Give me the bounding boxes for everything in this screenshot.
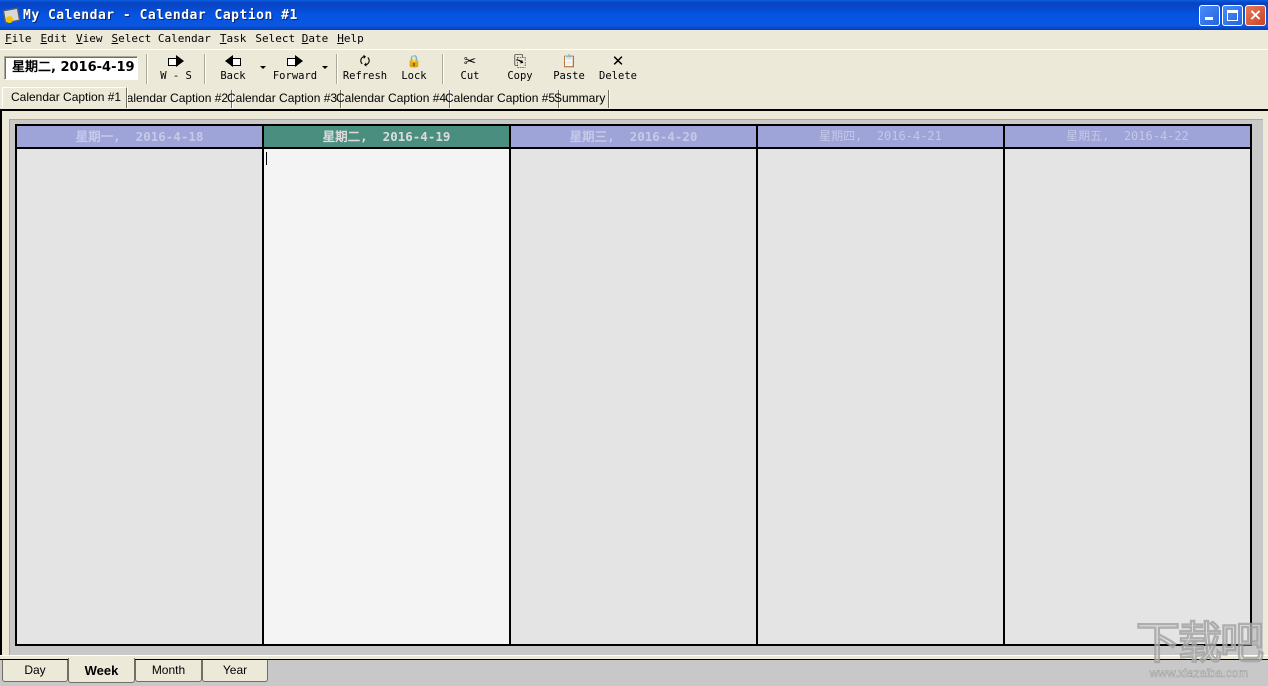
menu-file[interactable]: File — [0, 30, 36, 48]
app-icon[interactable] — [3, 7, 19, 23]
day-column-friday: 星期五, 2016-4-22 — [1005, 126, 1250, 644]
day-header[interactable]: 星期一, 2016-4-18 — [17, 126, 262, 149]
tab-calendar-caption-4[interactable]: Calendar Caption #4 — [333, 90, 451, 108]
minimize-icon — [1205, 17, 1213, 20]
window-controls: × — [1199, 5, 1266, 26]
tab-week-view[interactable]: Week — [68, 658, 135, 683]
paste-button[interactable]: 📋 Paste — [551, 52, 587, 85]
arrow-right-icon — [167, 55, 185, 67]
arrow-left-icon — [224, 55, 242, 67]
day-column-tuesday: 星期二, 2016-4-19 — [264, 126, 511, 644]
delete-button[interactable]: ✕ Delete — [598, 52, 638, 85]
cut-button[interactable]: ✂ Cut — [456, 52, 484, 85]
arrow-right-icon — [286, 55, 304, 67]
menu-help[interactable]: Help — [332, 30, 368, 48]
toolbar-separator — [336, 54, 338, 84]
tab-month-view[interactable]: Month — [135, 660, 202, 682]
refresh-icon: 🗘 — [359, 54, 371, 68]
minimize-button[interactable] — [1199, 5, 1220, 26]
back-button[interactable]: Back — [216, 52, 250, 85]
lock-button[interactable]: 🔒 Lock — [398, 52, 430, 85]
copy-button[interactable]: ⎘ Copy — [503, 52, 537, 85]
paste-icon: 📋 — [561, 54, 577, 68]
menu-task[interactable]: Task — [215, 30, 251, 48]
toolbar-separator — [146, 54, 148, 84]
tab-calendar-caption-1[interactable]: Calendar Caption #1 — [2, 87, 128, 108]
toolbar-separator — [204, 54, 206, 84]
day-body[interactable] — [758, 149, 1003, 644]
maximize-button[interactable] — [1222, 5, 1243, 26]
day-body-today[interactable] — [264, 149, 509, 644]
menu-bar: File Edit View Select Calendar Task Sele… — [0, 30, 1268, 48]
close-icon: × — [1248, 5, 1263, 24]
tab-day-view[interactable]: Day — [2, 660, 68, 682]
tab-calendar-caption-5[interactable]: Calendar Caption #5 — [442, 90, 560, 108]
refresh-button[interactable]: 🗘 Refresh — [342, 52, 388, 85]
back-dropdown-arrow-icon[interactable] — [260, 66, 266, 69]
tab-calendar-caption-3[interactable]: Calendar Caption #3 — [224, 90, 342, 108]
close-button[interactable]: × — [1245, 5, 1266, 26]
day-header-today[interactable]: 星期二, 2016-4-19 — [264, 126, 509, 149]
tab-calendar-caption-2[interactable]: Calendar Caption #2 — [115, 90, 233, 108]
delete-icon: ✕ — [611, 52, 625, 70]
forward-button[interactable]: Forward — [272, 52, 318, 85]
toolbar: 星期二, 2016-4-19 W - S Back Forward 🗘 Refr… — [0, 49, 1268, 86]
maximize-icon — [1227, 10, 1238, 21]
forward-dropdown-arrow-icon[interactable] — [322, 66, 328, 69]
day-header[interactable]: 星期五, 2016-4-22 — [1005, 126, 1250, 149]
copy-icon: ⎘ — [513, 52, 526, 70]
week-view: 星期一, 2016-4-18 星期二, 2016-4-19 星期三, 2016-… — [15, 124, 1252, 646]
day-body[interactable] — [17, 149, 262, 644]
calendar-tabs: Calendar Caption #1 Calendar Caption #2 … — [0, 87, 1268, 109]
day-column-monday: 星期一, 2016-4-18 — [17, 126, 264, 644]
menu-select-calendar[interactable]: Select Calendar — [107, 30, 215, 48]
toolbar-separator — [442, 54, 444, 84]
day-header[interactable]: 星期三, 2016-4-20 — [511, 126, 756, 149]
lock-icon: 🔒 — [406, 54, 422, 68]
text-caret — [266, 152, 267, 165]
day-header[interactable]: 星期四, 2016-4-21 — [758, 126, 1003, 149]
day-column-thursday: 星期四, 2016-4-21 — [758, 126, 1005, 644]
day-body[interactable] — [511, 149, 756, 644]
scissors-icon: ✂ — [463, 52, 477, 70]
ws-button[interactable]: W - S — [158, 52, 194, 85]
tab-summary[interactable]: Summary — [551, 90, 610, 108]
window-title: My Calendar - Calendar Caption #1 — [23, 7, 298, 23]
tab-year-view[interactable]: Year — [202, 660, 268, 682]
day-body[interactable] — [1005, 149, 1250, 644]
menu-view[interactable]: View — [71, 30, 107, 48]
current-date-field[interactable]: 星期二, 2016-4-19 — [4, 56, 138, 80]
menu-select-date[interactable]: Select Date — [250, 30, 332, 48]
day-column-wednesday: 星期三, 2016-4-20 — [511, 126, 758, 644]
title-bar: My Calendar - Calendar Caption #1 × — [0, 0, 1268, 30]
menu-edit[interactable]: Edit — [36, 30, 72, 48]
